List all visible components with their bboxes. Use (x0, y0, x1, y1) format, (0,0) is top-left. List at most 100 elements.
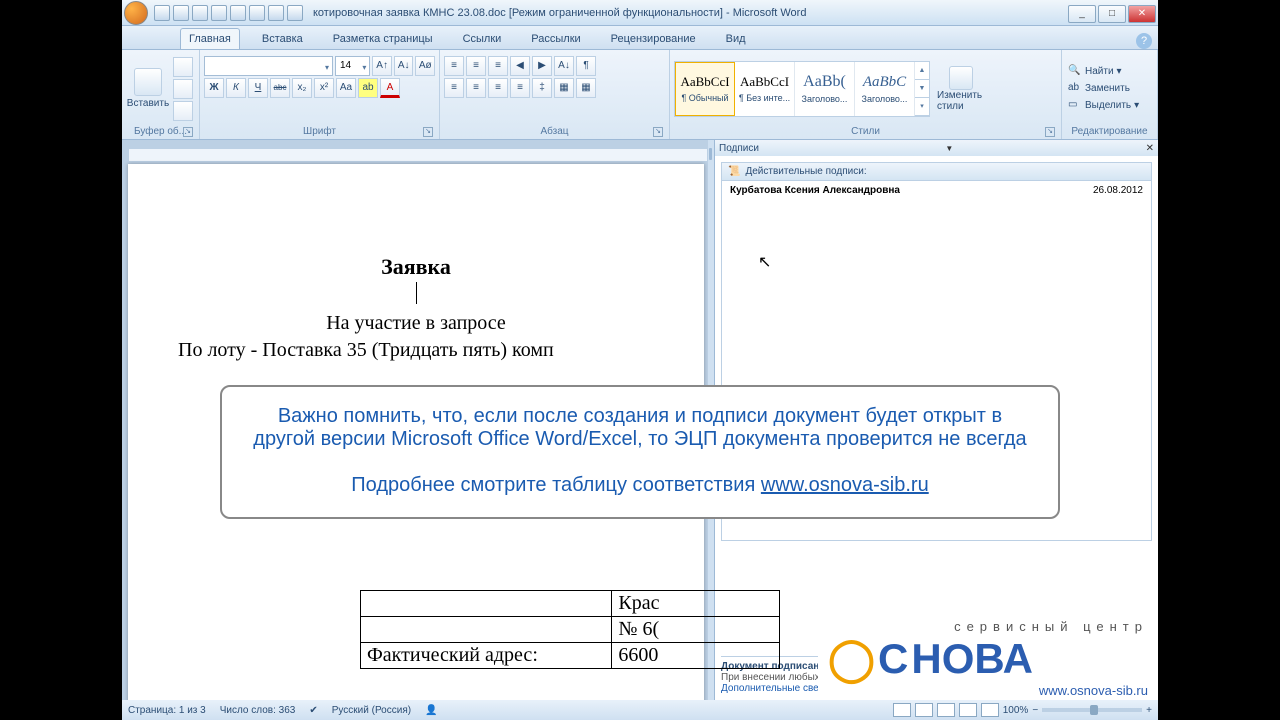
outdent-button[interactable]: ◀ (510, 56, 530, 76)
styles-gallery[interactable]: AaBbCcI¶ Обычный AaBbCcI¶ Без инте... Aa… (674, 61, 930, 117)
zoom-out-button[interactable]: − (1032, 705, 1038, 716)
minimize-button[interactable]: _ (1068, 5, 1096, 23)
highlight-button[interactable]: ab (358, 78, 378, 98)
tab-mailings[interactable]: Рассылки (523, 29, 588, 49)
language-indicator[interactable]: Русский (Россия) (332, 705, 411, 716)
multilevel-button[interactable]: ≡ (488, 56, 508, 76)
dialog-launcher-icon[interactable]: ↘ (423, 127, 433, 137)
view-draft[interactable] (981, 703, 999, 717)
close-button[interactable]: ✕ (1128, 5, 1156, 23)
replace-button[interactable]: abЗаменить (1068, 82, 1151, 96)
shading-button[interactable]: ▦ (554, 78, 574, 98)
titlebar: котировочная заявка КМНС 23.08.doc [Режи… (122, 0, 1158, 26)
tab-references[interactable]: Ссылки (455, 29, 510, 49)
borders-button[interactable]: ▦ (576, 78, 596, 98)
sort-button[interactable]: A↓ (554, 56, 574, 76)
style-normal[interactable]: AaBbCcI¶ Обычный (675, 62, 735, 116)
style-no-spacing[interactable]: AaBbCcI¶ Без инте... (735, 62, 795, 116)
group-label: Шрифт↘ (204, 125, 435, 138)
group-editing: 🔍Найти ▾ abЗаменить ▭Выделить ▾ Редактир… (1062, 50, 1158, 139)
font-color-button[interactable]: A (380, 78, 400, 98)
bold-button[interactable]: Ж (204, 78, 224, 98)
track-changes-icon[interactable]: 👤 (425, 705, 437, 716)
bullets-button[interactable]: ≡ (444, 56, 464, 76)
help-button[interactable]: ? (1136, 33, 1152, 49)
zoom-in-button[interactable]: + (1146, 705, 1152, 716)
indent-button[interactable]: ▶ (532, 56, 552, 76)
qat-icon[interactable] (230, 5, 246, 21)
dialog-launcher-icon[interactable]: ↘ (183, 127, 193, 137)
italic-button[interactable]: К (226, 78, 246, 98)
doc-lot-line: По лоту - Поставка 35 (Тридцать пять) ко… (178, 339, 654, 362)
superscript-button[interactable]: x² (314, 78, 334, 98)
justify-button[interactable]: ≡ (510, 78, 530, 98)
office-button[interactable] (124, 1, 148, 25)
strike-button[interactable]: abc (270, 78, 290, 98)
font-size-combo[interactable]: 14 (335, 56, 370, 76)
pane-menu-icon[interactable]: ▼ (945, 144, 953, 153)
gallery-scroll[interactable]: ▲▼▾ (915, 62, 929, 116)
copy-button[interactable] (173, 79, 193, 99)
change-case-button[interactable]: Aa (336, 78, 356, 98)
underline-button[interactable]: Ч (248, 78, 268, 98)
align-right-button[interactable]: ≡ (488, 78, 508, 98)
subscript-button[interactable]: x₂ (292, 78, 312, 98)
font-name-combo[interactable] (204, 56, 333, 76)
tab-insert[interactable]: Вставка (254, 29, 311, 49)
find-button[interactable]: 🔍Найти ▾ (1068, 65, 1151, 79)
tab-home[interactable]: Главная (180, 28, 240, 49)
qat-more-icon[interactable] (287, 5, 303, 21)
quick-access-toolbar (154, 5, 303, 21)
qat-open-icon[interactable] (268, 5, 284, 21)
word-count[interactable]: Число слов: 363 (220, 705, 296, 716)
dialog-launcher-icon[interactable]: ↘ (653, 127, 663, 137)
zoom-level[interactable]: 100% (1003, 705, 1029, 716)
horizontal-ruler[interactable] (128, 148, 708, 162)
group-label: Абзац↘ (444, 125, 665, 138)
tab-layout[interactable]: Разметка страницы (325, 29, 441, 49)
select-icon: ▭ (1068, 99, 1082, 113)
tab-view[interactable]: Вид (718, 29, 754, 49)
grow-font-button[interactable]: A↑ (372, 56, 392, 76)
paste-button[interactable]: Вставить (126, 68, 170, 109)
doc-title: Заявка (178, 254, 654, 280)
style-heading1[interactable]: AaBb(Заголово... (795, 62, 855, 116)
replace-icon: ab (1068, 82, 1082, 96)
qat-icon[interactable] (211, 5, 227, 21)
format-painter-button[interactable] (173, 101, 193, 121)
view-full-screen[interactable] (915, 703, 933, 717)
clear-format-button[interactable]: Aø (415, 56, 435, 76)
qat-save-icon[interactable] (154, 5, 170, 21)
signature-row[interactable]: Курбатова Ксения Александровна 26.08.201… (722, 181, 1151, 200)
dialog-launcher-icon[interactable]: ↘ (1045, 127, 1055, 137)
page-indicator[interactable]: Страница: 1 из 3 (128, 705, 206, 716)
qat-print-icon[interactable] (249, 5, 265, 21)
show-marks-button[interactable]: ¶ (576, 56, 596, 76)
group-label: Буфер об...↘ (126, 125, 195, 138)
zoom-slider[interactable] (1042, 708, 1142, 712)
style-heading2[interactable]: AaBbCЗаголово... (855, 62, 915, 116)
align-center-button[interactable]: ≡ (466, 78, 486, 98)
select-button[interactable]: ▭Выделить ▾ (1068, 99, 1151, 113)
signatures-title: Подписи (719, 143, 759, 154)
find-icon: 🔍 (1068, 65, 1082, 79)
line-spacing-button[interactable]: ‡ (532, 78, 552, 98)
numbering-button[interactable]: ≡ (466, 56, 486, 76)
change-styles-button[interactable]: Изменить стили (937, 66, 985, 112)
paste-icon (134, 68, 162, 96)
view-print-layout[interactable] (893, 703, 911, 717)
maximize-button[interactable]: □ (1098, 5, 1126, 23)
qat-undo-icon[interactable] (173, 5, 189, 21)
callout-link[interactable]: www.osnova-sib.ru (761, 474, 929, 496)
tab-review[interactable]: Рецензирование (603, 29, 704, 49)
shrink-font-button[interactable]: A↓ (394, 56, 414, 76)
spellcheck-icon[interactable]: ✔ (309, 705, 317, 716)
qat-redo-icon[interactable] (192, 5, 208, 21)
align-left-button[interactable]: ≡ (444, 78, 464, 98)
view-web[interactable] (937, 703, 955, 717)
document-table-peek: Крас № 6( Фактический адрес:6600 (360, 590, 780, 669)
pane-close-icon[interactable]: ✕ (1146, 143, 1154, 154)
view-outline[interactable] (959, 703, 977, 717)
cut-button[interactable] (173, 57, 193, 77)
group-styles: AaBbCcI¶ Обычный AaBbCcI¶ Без инте... Aa… (670, 50, 1062, 139)
